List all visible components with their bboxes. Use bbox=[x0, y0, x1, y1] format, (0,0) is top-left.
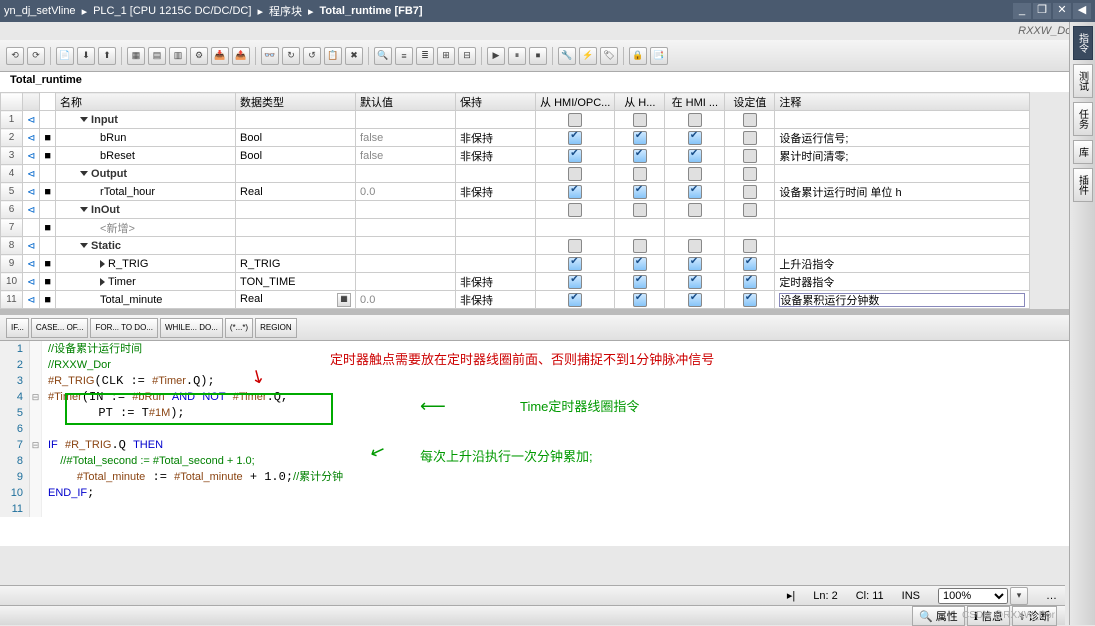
tool-icon[interactable]: ▦ bbox=[127, 47, 145, 65]
tool-icon[interactable]: ⟲ bbox=[6, 47, 24, 65]
col-hmi2: 从 H... bbox=[615, 93, 665, 111]
table-row[interactable]: 8⊲ Static bbox=[1, 237, 1030, 255]
col-setval: 设定值 bbox=[725, 93, 775, 111]
tool-icon[interactable]: 🔧 bbox=[558, 47, 576, 65]
snippet-toolbar: IF... CASE... OF... FOR... TO DO... WHIL… bbox=[0, 315, 1095, 341]
tool-icon[interactable]: ▤ bbox=[148, 47, 166, 65]
tool-icon[interactable]: 🏷 bbox=[600, 47, 618, 65]
tab-properties[interactable]: 🔍 属性 bbox=[912, 606, 965, 626]
sidetab-instructions[interactable]: 指令 bbox=[1073, 26, 1093, 60]
table-row[interactable]: 5⊲■ rTotal_hour Real0.0非保持 设备累计运行时间 单位 h bbox=[1, 183, 1030, 201]
tool-icon[interactable]: 🔍 bbox=[374, 47, 392, 65]
tool-icon[interactable]: 🔒 bbox=[629, 47, 647, 65]
snippet-region[interactable]: REGION bbox=[255, 318, 297, 338]
tool-icon[interactable]: ≡ bbox=[395, 47, 413, 65]
snippet-comment[interactable]: (*...*) bbox=[225, 318, 253, 338]
right-sidebar: 指令 测试 任务 库 插件 bbox=[1069, 22, 1095, 625]
table-row[interactable]: 10⊲■ Timer TON_TIME非保持 定时器指令 bbox=[1, 273, 1030, 291]
status-overflow-icon[interactable]: ▸| bbox=[787, 589, 795, 602]
table-row[interactable]: 6⊲ InOut bbox=[1, 201, 1030, 219]
annotation-green1: Time定时器线圈指令 bbox=[520, 396, 639, 415]
sidetab-plugins[interactable]: 插件 bbox=[1073, 168, 1093, 202]
bottom-tabs: 🔍 属性 ℹ 信息 ⚕ 诊断 bbox=[0, 605, 1065, 625]
table-row[interactable]: 1⊲ Input bbox=[1, 111, 1030, 129]
tool-icon[interactable]: ↻ bbox=[282, 47, 300, 65]
table-row[interactable]: 11⊲■ Total_minute Real▦0.0非保持 bbox=[1, 291, 1030, 309]
tool-icon[interactable]: ⊟ bbox=[458, 47, 476, 65]
sidetab-library[interactable]: 库 bbox=[1073, 140, 1093, 164]
minimize-button[interactable]: _ bbox=[1013, 3, 1031, 19]
col-name: 名称 bbox=[56, 93, 236, 111]
zoom-select[interactable]: 100% bbox=[938, 588, 1008, 604]
col-hmi3: 在 HMI ... bbox=[665, 93, 725, 111]
tool-icon[interactable]: ⬆ bbox=[98, 47, 116, 65]
sidetab-tasks[interactable]: 任务 bbox=[1073, 102, 1093, 136]
tool-icon[interactable]: ✖ bbox=[345, 47, 363, 65]
tab-diagnostics[interactable]: ⚕ 诊断 bbox=[1012, 606, 1057, 626]
status-col: Cl: 11 bbox=[856, 590, 884, 602]
status-line: Ln: 2 bbox=[813, 590, 837, 602]
tool-icon[interactable]: ⟳ bbox=[27, 47, 45, 65]
tool-icon[interactable]: ⬇ bbox=[77, 47, 95, 65]
annotation-green2: 每次上升沿执行一次分钟累加; bbox=[420, 446, 593, 465]
table-row[interactable]: 4⊲ Output bbox=[1, 165, 1030, 183]
snippet-if[interactable]: IF... bbox=[6, 318, 29, 338]
tool-icon[interactable]: ⚡ bbox=[579, 47, 597, 65]
tool-icon[interactable]: ↺ bbox=[303, 47, 321, 65]
table-row[interactable]: 2⊲■ bRun Boolfalse非保持 设备运行信号; bbox=[1, 129, 1030, 147]
collapse-right-icon[interactable]: ◀ bbox=[1073, 3, 1091, 19]
tool-icon[interactable]: ⊞ bbox=[437, 47, 455, 65]
status-bar: ▸| Ln: 2 Cl: 11 INS 100% ▾ … bbox=[0, 585, 1065, 605]
tool-icon[interactable]: ⏹ bbox=[529, 47, 547, 65]
tool-icon[interactable]: 📋 bbox=[324, 47, 342, 65]
col-retain: 保持 bbox=[456, 93, 536, 111]
tool-icon[interactable]: ▥ bbox=[169, 47, 187, 65]
tool-icon[interactable]: 📤 bbox=[232, 47, 250, 65]
col-default: 默认值 bbox=[356, 93, 456, 111]
sidetab-test[interactable]: 测试 bbox=[1073, 64, 1093, 98]
zoom-overflow-icon[interactable]: … bbox=[1046, 590, 1057, 602]
tool-icon[interactable]: 📑 bbox=[650, 47, 668, 65]
author-signature: RXXW_Dor bbox=[0, 22, 1095, 40]
table-row[interactable]: 7■ <新增> bbox=[1, 219, 1030, 237]
tool-icon[interactable]: ⏸ bbox=[508, 47, 526, 65]
table-row[interactable]: 3⊲■ bReset Boolfalse非保持 累计时间清零; bbox=[1, 147, 1030, 165]
tool-icon[interactable]: 👓 bbox=[261, 47, 279, 65]
snippet-case[interactable]: CASE... OF... bbox=[31, 318, 89, 338]
tool-icon[interactable]: 📄 bbox=[56, 47, 74, 65]
tool-icon[interactable]: ⚙ bbox=[190, 47, 208, 65]
col-type: 数据类型 bbox=[236, 93, 356, 111]
tool-icon[interactable]: 📥 bbox=[211, 47, 229, 65]
block-name: Total_runtime bbox=[0, 72, 1095, 92]
main-toolbar: ⟲ ⟳ 📄 ⬇ ⬆ ▦ ▤ ▥ ⚙ 📥 📤 👓 ↻ ↺ 📋 ✖ 🔍 ≡ ≣ ⊞ … bbox=[0, 40, 1095, 72]
close-button[interactable]: ✕ bbox=[1053, 3, 1071, 19]
code-editor[interactable]: 1//设备累计运行时间2//RXXW_Dor3#R_TRIG(CLK := #T… bbox=[0, 341, 1095, 546]
tool-icon[interactable]: ≣ bbox=[416, 47, 434, 65]
status-ins: INS bbox=[902, 590, 920, 602]
arrow-icon: ⟵ bbox=[420, 396, 446, 417]
title-bar: yn_dj_setVline▸ PLC_1 [CPU 1215C DC/DC/D… bbox=[0, 0, 1095, 22]
col-hmi1: 从 HMI/OPC... bbox=[536, 93, 615, 111]
declaration-table[interactable]: 名称 数据类型 默认值 保持 从 HMI/OPC... 从 H... 在 HMI… bbox=[0, 92, 1030, 309]
snippet-for[interactable]: FOR... TO DO... bbox=[90, 318, 158, 338]
col-comment: 注释 bbox=[775, 93, 1030, 111]
zoom-control[interactable]: 100% ▾ bbox=[938, 587, 1028, 605]
table-row[interactable]: 9⊲■ R_TRIG R_TRIG 上升沿指令 bbox=[1, 255, 1030, 273]
annotation-red: 定时器触点需要放在定时器线圈前面、否则捕捉不到1分钟脉冲信号 bbox=[330, 349, 714, 368]
restore-button[interactable]: ❐ bbox=[1033, 3, 1051, 19]
breadcrumb[interactable]: yn_dj_setVline▸ PLC_1 [CPU 1215C DC/DC/D… bbox=[4, 3, 423, 19]
snippet-while[interactable]: WHILE... DO... bbox=[160, 318, 223, 338]
tool-icon[interactable]: ▶ bbox=[487, 47, 505, 65]
zoom-dropdown-icon[interactable]: ▾ bbox=[1010, 587, 1028, 605]
tab-info[interactable]: ℹ 信息 bbox=[967, 606, 1010, 626]
